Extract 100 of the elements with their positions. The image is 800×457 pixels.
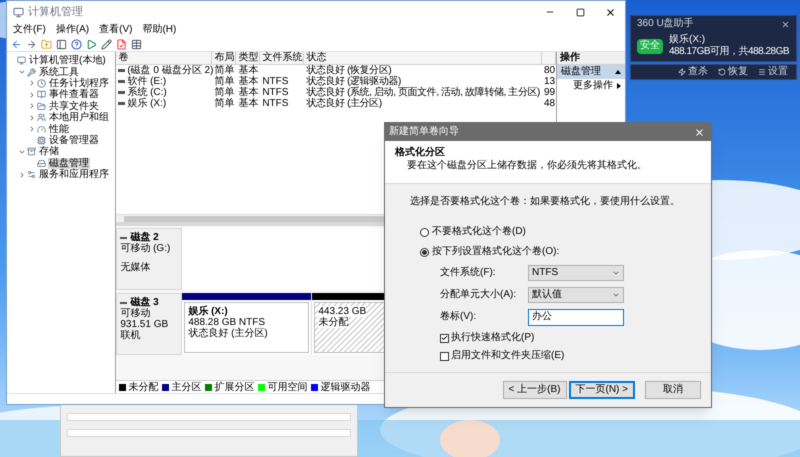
column-header[interactable]: 状态 [304,52,542,64]
folder-icon [37,102,46,111]
window-title: 计算机管理 [28,4,83,20]
chip-icon [37,136,46,145]
help-icon[interactable] [71,38,82,50]
tree-item[interactable]: 存储 [38,146,60,158]
collapse-triangle-icon [615,70,621,74]
tree-item[interactable]: 性能 [48,124,70,135]
column-header[interactable]: 文件系统 [260,52,304,64]
menu-item[interactable]: 文件(F) [13,24,46,36]
tree-item[interactable]: 磁盘管理 [48,158,90,169]
volume-icon [118,102,126,105]
dropdown[interactable]: NTFS [528,265,624,281]
actions-title: 操作 [556,52,625,65]
tree-item[interactable]: 事件查看器 [48,89,100,100]
input-field[interactable]: 办公 [528,308,624,326]
volume-icon [118,69,126,72]
table-cell: 13 [544,76,556,87]
tree-item[interactable]: 设备管理器 [48,134,100,146]
table-cell: (磁盘 0 磁盘分区 2) [127,65,214,76]
checkbox[interactable] [440,334,449,342]
gauge-icon [37,124,46,134]
radio-label[interactable]: 不要格式化这个卷(D) [432,226,526,238]
column-header[interactable]: 布局 [212,52,236,64]
table-cell: 基本 [238,65,258,76]
checkbox[interactable] [440,352,449,360]
menu-item[interactable]: 帮助(H) [142,24,176,36]
radio-button[interactable] [420,228,429,236]
menu-item[interactable]: 操作(A) [56,24,90,36]
table-cell: 简单 [214,65,234,76]
disk-type: 可移动 [120,308,152,319]
widget-action[interactable]: 查杀 [688,66,708,78]
checkbox-label[interactable]: 启用文件和文件夹压缩(E) [451,350,564,362]
tree-item[interactable]: 任务计划程序 [48,78,110,89]
tree-item[interactable]: 计算机管理(本地) [28,55,107,66]
checkbox-label[interactable]: 执行快速格式化(P) [451,332,534,344]
dialog-button[interactable]: 下一页(N) > [568,381,635,399]
dialog-button[interactable]: 取消 [645,381,701,399]
disk-type: 可移动 (G:) [120,243,172,254]
table-cell: 简单 [214,87,234,98]
field-label: 分配单元大小(A): [440,289,518,301]
table-cell: 娱乐 (X:) [127,98,166,109]
close-icon[interactable] [781,20,790,28]
drive-space: 488.17GB可用，共488.28GB [669,46,790,58]
legend-label: 扩展分区 [214,382,254,392]
field-label: 卷标(V): [440,311,478,323]
instruction-text: 选择是否要格式化这个卷：如果要格式化，要使用什么设置。 [410,196,681,208]
tools-icon [27,68,36,77]
table-cell: 80 [544,65,556,76]
partition-size: 443.23 GB [318,306,366,317]
table-icon[interactable] [131,38,142,50]
chevron-down-icon [612,269,620,277]
table-cell: 48 [544,98,556,109]
action-link[interactable]: 更多操作 [572,80,613,92]
table-cell: 软件 (E:) [127,76,166,87]
partition-size: 488.28 GB NTFS [188,317,266,328]
wizard-heading: 格式化分区 [395,147,446,159]
table-cell: 状态良好 (逻辑驱动器) [306,76,401,87]
document-check-icon[interactable] [116,38,127,50]
legend-label: 逻辑驱动器 [320,382,370,392]
column-header[interactable]: 类型 [236,52,260,64]
submenu-arrow-icon [617,82,621,88]
services-icon [27,170,36,180]
tree-item[interactable]: 系统工具 [38,66,80,78]
dialog-button[interactable]: < 上一步(B) [502,381,566,399]
table-cell: 基本 [238,98,258,109]
volume-icon [118,91,126,94]
tree-item[interactable]: 共享文件夹 [48,100,100,112]
play-icon[interactable] [86,38,97,50]
actions-section[interactable]: 磁盘管理 [556,65,625,79]
storage-icon [27,147,36,156]
widget-action[interactable]: 恢复 [728,66,748,78]
safe-badge: 安全 [637,38,663,54]
forward-icon[interactable] [26,38,37,50]
maximize-icon[interactable] [576,8,584,16]
column-header[interactable]: 卷 [116,52,212,64]
pen-icon[interactable] [101,38,112,50]
partition-name: 娱乐 (X:) [188,306,229,317]
radio-label[interactable]: 按下列设置格式化这个卷(O): [432,246,560,258]
table-cell: 简单 [214,76,234,87]
dialog-title: 新建简单卷向导 [389,126,459,138]
close-icon[interactable] [604,6,616,18]
back-icon[interactable] [11,38,22,50]
tree-item[interactable]: 服务和应用程序 [38,169,110,180]
disk-label-panel[interactable]: 磁盘 2 可移动 (G:) 无媒体 [116,228,182,290]
widget-action[interactable]: 设置 [768,66,788,78]
clock-icon [37,78,46,88]
drive-name: 娱乐(X:) [669,34,706,46]
disk-label-panel[interactable]: 磁盘 3 可移动 931.51 GB 联机 [116,293,182,355]
field-label: 文件系统(F): [440,267,497,279]
widget-title: 360 U盘助手 [637,18,694,30]
table-cell: 基本 [238,87,258,98]
tree-item[interactable]: 本地用户和组 [48,112,110,124]
menu-item[interactable]: 查看(V) [99,24,132,36]
dropdown[interactable]: 默认值 [528,287,624,303]
radio-button[interactable] [420,248,429,256]
legend-label: 可用空间 [267,382,308,392]
panel-icon[interactable] [56,38,67,50]
disk-status: 联机 [120,330,142,341]
disk-name: 磁盘 2 [130,232,159,243]
